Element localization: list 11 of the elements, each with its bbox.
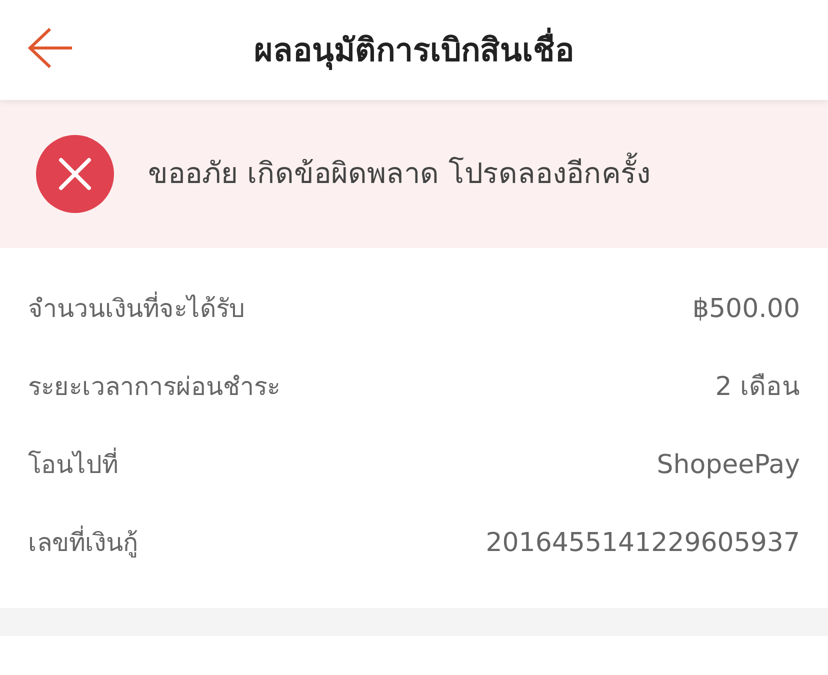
page-title: ผลอนุมัติการเบิกสินเชื่อ (254, 26, 574, 74)
error-message: ขออภัย เกิดข้อผิดพลาด โปรดลองอีกครั้ง (148, 152, 650, 196)
detail-value: ShopeePay (656, 448, 800, 482)
detail-label: โอนไปที่ (28, 446, 118, 484)
detail-label: จำนวนเงินที่จะได้รับ (28, 290, 245, 328)
detail-value: 2016455141229605937 (486, 526, 800, 560)
error-icon (36, 135, 114, 213)
detail-value: 2 เดือน (715, 370, 800, 404)
detail-label: ระยะเวลาการผ่อนชำระ (28, 371, 280, 404)
detail-label: เลขที่เงินกู้ (28, 524, 138, 562)
detail-value: ฿500.00 (692, 292, 800, 326)
